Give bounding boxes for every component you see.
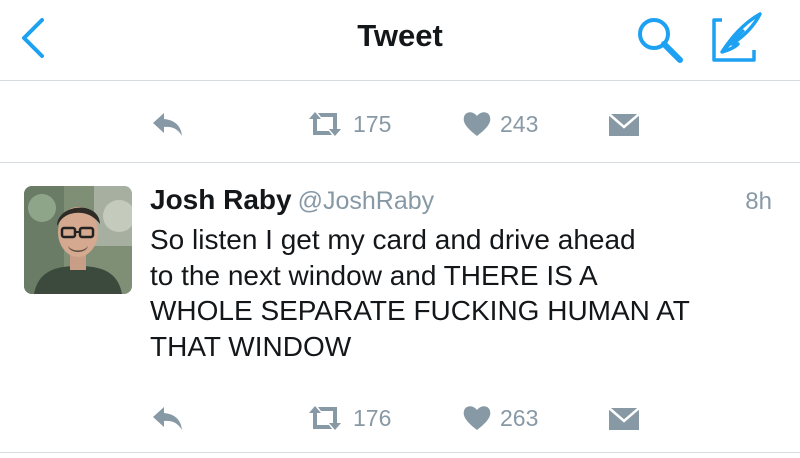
search-button[interactable]: [634, 14, 686, 66]
reply-icon: [153, 113, 182, 136]
compose-button[interactable]: [708, 10, 766, 66]
header-divider: [0, 80, 800, 81]
bottom-divider: [0, 452, 800, 453]
tweet-text-line: WHOLE SEPARATE FUCKING HUMAN AT: [150, 295, 690, 326]
tweet-text-line: to the next window and THERE IS A: [150, 259, 598, 291]
profile-photo: [24, 186, 132, 294]
retweet-button[interactable]: 176: [305, 398, 391, 438]
tweet-timestamp: 8h: [745, 188, 772, 215]
author-name[interactable]: Josh Raby: [150, 184, 292, 215]
tweet-divider: [0, 162, 800, 163]
retweet-icon: [309, 406, 341, 430]
retweet-icon: [309, 112, 341, 136]
heart-icon: [463, 406, 491, 430]
like-button[interactable]: 263: [462, 398, 538, 438]
retweet-button[interactable]: 175: [305, 104, 391, 144]
search-icon: [638, 18, 683, 63]
retweet-count: 176: [353, 404, 392, 431]
reply-button[interactable]: [150, 104, 186, 144]
author-line: Josh Raby @JoshRaby: [150, 184, 434, 216]
tweet-text-line: So listen I get my card and drive ahead: [150, 224, 636, 255]
direct-message-button[interactable]: [607, 398, 641, 438]
retweet-count: 175: [353, 110, 392, 137]
avatar[interactable]: [24, 186, 132, 294]
reply-button[interactable]: [150, 398, 186, 438]
like-count: 243: [500, 110, 539, 137]
author-handle[interactable]: @JoshRaby: [298, 187, 435, 215]
envelope-icon: [608, 113, 640, 136]
tweet-text: So listen I get my card and drive ahead …: [150, 222, 770, 364]
like-button[interactable]: 243: [462, 104, 538, 144]
direct-message-button[interactable]: [607, 104, 641, 144]
tweet-actions: 176 263: [0, 398, 800, 438]
heart-icon: [463, 112, 491, 136]
top-bar: Tweet: [0, 0, 800, 80]
tweet-text-line: THAT WINDOW: [150, 330, 352, 362]
compose-icon: [712, 12, 762, 62]
reply-icon: [153, 407, 182, 430]
previous-tweet-actions: 175 243: [0, 104, 800, 144]
envelope-icon: [608, 407, 640, 430]
like-count: 263: [500, 404, 539, 431]
